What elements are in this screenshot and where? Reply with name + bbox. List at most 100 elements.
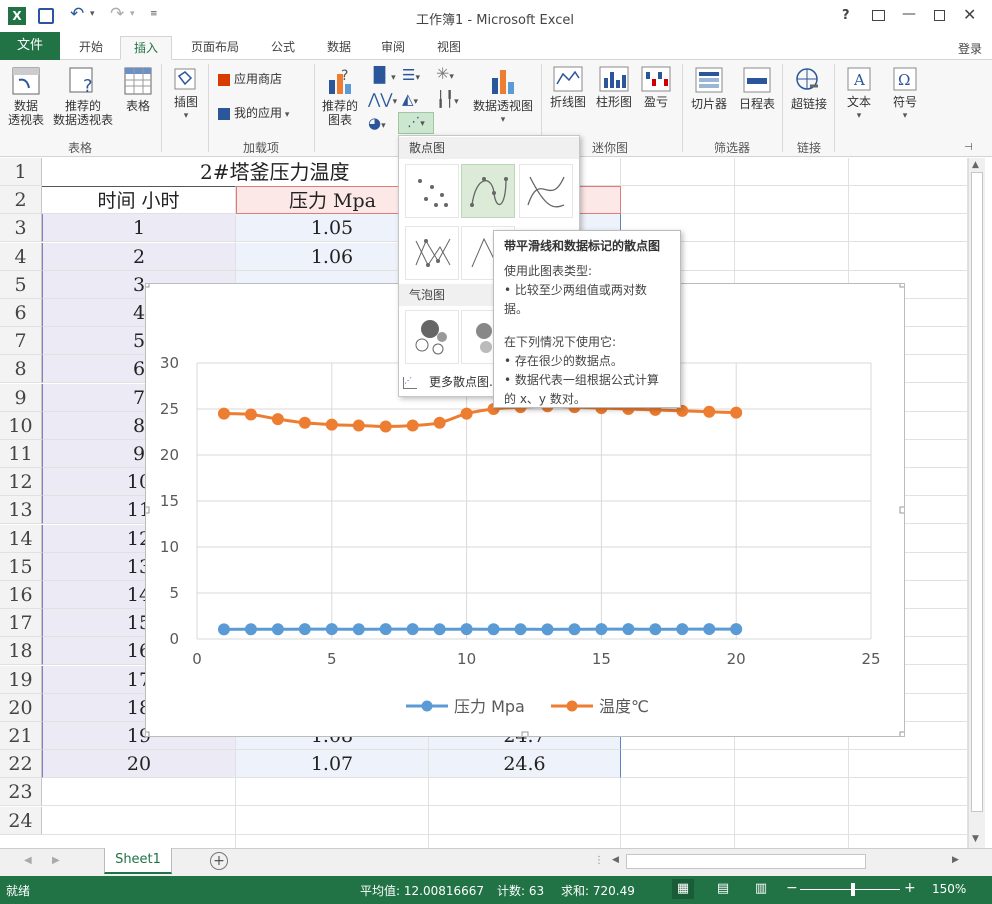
scatter-smooth-lines-thumb[interactable]	[519, 164, 573, 218]
tab-page-layout[interactable]: 页面布局	[180, 36, 250, 60]
column-chart-icon[interactable]: ▐▌▾	[368, 66, 396, 84]
my-apps-button[interactable]: 我的应用 ▾	[218, 106, 308, 122]
vertical-scrollbar[interactable]: ▲ ▼	[968, 158, 985, 848]
header-time-cell[interactable]: 时间 小时	[42, 186, 236, 214]
row-header[interactable]: 16	[0, 581, 42, 609]
zoom-slider-thumb[interactable]	[851, 883, 855, 896]
zoom-in-button[interactable]: +	[904, 880, 916, 896]
scroll-down-icon[interactable]: ▼	[972, 834, 979, 844]
redo-icon[interactable]: ↷	[110, 4, 124, 24]
row-header[interactable]: 22	[0, 750, 42, 778]
slicer-button[interactable]: 切片器	[686, 66, 732, 111]
pressure-cell[interactable]: 1.07	[236, 750, 429, 778]
row-header[interactable]: 4	[0, 243, 42, 271]
zoom-out-button[interactable]: −	[786, 880, 798, 896]
time-cell[interactable]: 1	[42, 214, 236, 242]
table-button[interactable]: 表格	[118, 66, 158, 113]
row-header[interactable]: 5	[0, 271, 42, 299]
row-header[interactable]: 8	[0, 355, 42, 383]
row-header[interactable]: 1	[0, 158, 42, 186]
sparkline-winloss-button[interactable]: 盈亏	[638, 66, 674, 109]
row-header[interactable]: 15	[0, 553, 42, 581]
close-button[interactable]: ✕	[963, 5, 976, 24]
recommended-pivot-button[interactable]: ? 推荐的 数据透视表	[50, 66, 116, 127]
scroll-thumb[interactable]	[971, 172, 983, 812]
area-chart-icon[interactable]: ◭▾	[402, 90, 418, 108]
recommended-charts-button[interactable]: ? 推荐的 图表	[318, 66, 362, 127]
row-header[interactable]: 14	[0, 525, 42, 553]
time-cell[interactable]: 2	[42, 243, 236, 271]
row-header[interactable]: 17	[0, 609, 42, 637]
app-store-button[interactable]: 应用商店	[218, 72, 298, 86]
add-sheet-button[interactable]: +	[210, 852, 228, 870]
tab-formulas[interactable]: 公式	[260, 36, 306, 60]
symbol-button[interactable]: Ω 符号 ▾	[884, 66, 926, 123]
save-icon[interactable]	[38, 8, 54, 24]
bubble-thumb[interactable]	[405, 310, 459, 364]
scatter-smooth-markers-thumb[interactable]	[461, 164, 515, 218]
sparkline-column-button[interactable]: 柱形图	[592, 66, 636, 109]
zoom-level[interactable]: 150%	[932, 882, 966, 896]
row-header[interactable]: 10	[0, 412, 42, 440]
prev-sheet-icon[interactable]: ◀	[24, 855, 32, 866]
row-header[interactable]: 18	[0, 637, 42, 665]
scatter-markers-only-thumb[interactable]	[405, 164, 459, 218]
stock-chart-icon[interactable]: ╽╿▾	[436, 90, 459, 108]
row-header[interactable]: 12	[0, 468, 42, 496]
help-button[interactable]: ?	[842, 8, 850, 23]
login-link[interactable]: 登录	[958, 40, 982, 57]
scatter-straight-markers-thumb[interactable]	[405, 226, 459, 280]
tab-home[interactable]: 开始	[66, 36, 116, 60]
sparkline-line-button[interactable]: 折线图	[546, 66, 590, 109]
time-cell[interactable]: 20	[42, 750, 236, 778]
temp-cell[interactable]: 24.6	[429, 750, 621, 778]
zoom-slider[interactable]	[800, 889, 900, 890]
undo-icon[interactable]: ↶	[70, 4, 84, 24]
minimize-button[interactable]: —	[902, 6, 916, 22]
hyperlink-button[interactable]: 超链接	[786, 66, 832, 111]
row-header[interactable]: 7	[0, 327, 42, 355]
row-header[interactable]: 21	[0, 722, 42, 750]
maximize-button[interactable]	[934, 10, 945, 21]
scroll-up-icon[interactable]: ▲	[972, 160, 979, 170]
sheet-tab-sheet1[interactable]: Sheet1	[104, 848, 172, 874]
tab-split-handle[interactable]: ⋮	[594, 855, 604, 866]
pin-ribbon-icon[interactable]: ⊣	[964, 142, 973, 153]
hierarchy-chart-icon[interactable]: ✳▾	[436, 64, 454, 83]
row-header[interactable]: 20	[0, 694, 42, 722]
tab-view[interactable]: 视图	[426, 36, 472, 60]
tab-file[interactable]: 文件	[0, 32, 60, 60]
hscroll-left-icon[interactable]: ◀	[612, 855, 619, 865]
line-chart-icon[interactable]: ⋀⋁▾	[368, 90, 397, 108]
tab-data[interactable]: 数据	[316, 36, 362, 60]
pivot-table-button[interactable]: 数据 透视表	[4, 66, 48, 127]
next-sheet-icon[interactable]: ▶	[52, 855, 60, 866]
illustrations-button[interactable]: 插图 ▾	[166, 66, 206, 123]
page-layout-view-icon[interactable]: ▤	[712, 879, 734, 899]
hscroll-right-icon[interactable]: ▶	[952, 855, 959, 865]
row-header[interactable]: 13	[0, 496, 42, 524]
pivot-chart-button[interactable]: 数据透视图 ▾	[468, 66, 538, 127]
customize-qat-icon[interactable]: ≡	[150, 9, 158, 19]
scatter-chart-button[interactable]: ⋰▾	[398, 112, 434, 134]
row-header[interactable]: 23	[0, 778, 42, 806]
bar-chart-icon[interactable]: ☰▾	[402, 66, 420, 84]
tab-insert[interactable]: 插入	[120, 36, 172, 60]
timeline-button[interactable]: 日程表	[734, 66, 780, 111]
undo-dropdown-icon[interactable]: ▾	[90, 9, 95, 19]
sheet-title-cell[interactable]: 2#塔釜压力温度	[42, 158, 402, 186]
row-header[interactable]: 2	[0, 186, 42, 214]
horizontal-scrollbar[interactable]	[626, 854, 866, 869]
row-header[interactable]: 9	[0, 384, 42, 412]
row-header[interactable]: 3	[0, 214, 42, 242]
normal-view-icon[interactable]: ▦	[672, 879, 694, 899]
pie-chart-icon[interactable]: ◕▾	[368, 114, 386, 132]
redo-dropdown-icon[interactable]: ▾	[130, 9, 135, 19]
row-header[interactable]: 24	[0, 807, 42, 835]
row-header[interactable]: 19	[0, 666, 42, 694]
ribbon-display-icon[interactable]	[872, 10, 885, 21]
text-button[interactable]: A 文本 ▾	[838, 66, 880, 123]
row-header[interactable]: 11	[0, 440, 42, 468]
page-break-view-icon[interactable]: ▥	[750, 879, 772, 899]
tab-review[interactable]: 审阅	[370, 36, 416, 60]
